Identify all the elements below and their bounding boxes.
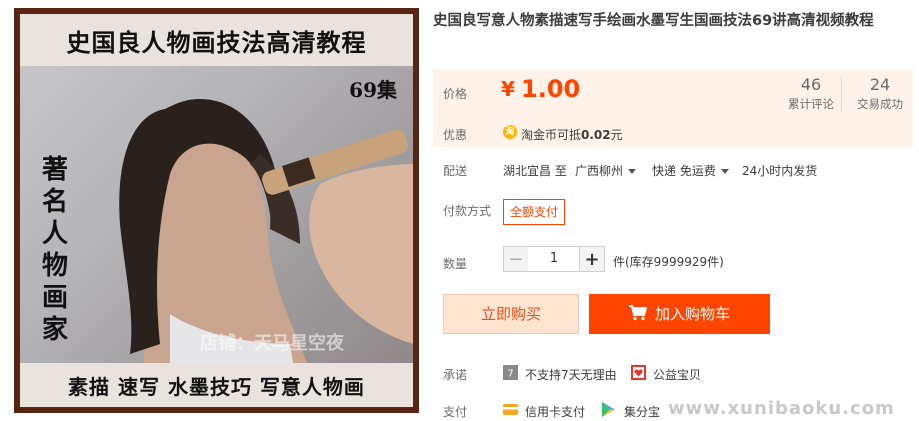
deals-count: 24	[869, 75, 891, 94]
quantity-decrease-button[interactable]: −	[503, 246, 529, 272]
promo-text-prefix: 淘金币可抵	[521, 128, 582, 142]
delivery-method-select[interactable]: 快递 免运费	[652, 162, 729, 179]
image-episodes-label: 69集	[349, 78, 397, 102]
credit-card-text[interactable]: 信用卡支付	[525, 403, 585, 420]
cart-icon	[628, 305, 647, 321]
price-box: 价格 ¥ 1.00 46 累计评论 24 交易成功	[433, 69, 913, 119]
quantity-input[interactable]: 1	[528, 246, 580, 272]
image-bottom-banner: 素描 速写 水墨技巧 写意人物画	[20, 363, 413, 407]
reviews-count: 46	[800, 75, 822, 94]
chevron-down-icon	[720, 169, 729, 174]
product-image-content: 史国良人物画技法高清教程 69集 著名人物画家 店铺：天马星空夜 素描 速写 水…	[20, 14, 413, 407]
promo-amount: 0.02	[581, 128, 611, 142]
product-image[interactable]: 史国良人物画技法高清教程 69集 著名人物画家 店铺：天马星空夜 素描 速写 水…	[14, 8, 419, 413]
charity-text[interactable]: 公益宝贝	[653, 366, 701, 383]
delivery-from: 湖北宜昌 至	[503, 164, 567, 178]
pay-label: 支付	[443, 405, 468, 419]
delivery-destination-select[interactable]: 广西柳州	[575, 162, 637, 179]
no-return-icon: 7	[503, 365, 518, 380]
reviews-label: 累计评论	[788, 97, 834, 111]
chevron-down-icon	[628, 169, 637, 174]
quantity-label: 数量	[443, 257, 468, 271]
delivery-row: 配送 湖北宜昌 至 广西柳州 快递 免运费 24小时内发货	[433, 150, 913, 186]
promo-text: 淘金币可抵0.02元	[521, 126, 623, 143]
ship-time: 24小时内发货	[742, 164, 818, 178]
deals-stat: 24 交易成功	[847, 75, 913, 113]
add-to-cart-label: 加入购物车	[654, 305, 730, 323]
credit-card-icon	[503, 404, 518, 415]
svg-text:7: 7	[507, 369, 513, 380]
price-label: 价格	[443, 87, 468, 101]
add-to-cart-button[interactable]: 加入购物车	[589, 294, 770, 334]
stock-text: 件(库存9999929件)	[613, 255, 724, 269]
delivery-method: 快递 免运费	[652, 164, 716, 178]
deals-label: 交易成功	[857, 97, 903, 111]
buy-now-button[interactable]: 立即购买	[443, 294, 579, 334]
image-shop-watermark: 店铺：天马星空夜	[200, 333, 344, 354]
delivery-destination: 广西柳州	[575, 164, 624, 178]
price-currency: ¥	[501, 77, 515, 101]
promise-label: 承诺	[443, 368, 468, 382]
site-watermark: www.xunibaoku.com	[668, 398, 895, 419]
promo-row: 优惠 淘 淘金币可抵0.02元	[433, 119, 913, 147]
taobao-coin-icon: 淘	[503, 125, 517, 139]
promo-text-suffix: 元	[610, 128, 623, 142]
no-return-text[interactable]: 不支持7天无理由	[525, 366, 617, 383]
product-title: 史国良写意人物素描速写手绘画水墨写生国画技法69讲高清视频教程	[433, 13, 874, 29]
payment-option-full[interactable]: 全额支付	[503, 199, 566, 225]
quantity-increase-button[interactable]: +	[579, 246, 605, 272]
promo-label: 优惠	[443, 128, 468, 142]
price-value: 1.00	[521, 75, 581, 103]
delivery-label: 配送	[443, 164, 468, 178]
stat-divider	[841, 77, 842, 111]
payment-type-label: 付款方式	[443, 204, 492, 218]
image-top-banner: 史国良人物画技法高清教程	[20, 14, 413, 66]
reviews-stat[interactable]: 46 累计评论	[778, 75, 844, 113]
charity-heart-icon	[631, 365, 646, 380]
image-vertical-text: 著名人物画家	[42, 155, 69, 345]
jifenbao-text[interactable]: 集分宝	[624, 403, 660, 420]
jifenbao-icon	[602, 402, 615, 417]
